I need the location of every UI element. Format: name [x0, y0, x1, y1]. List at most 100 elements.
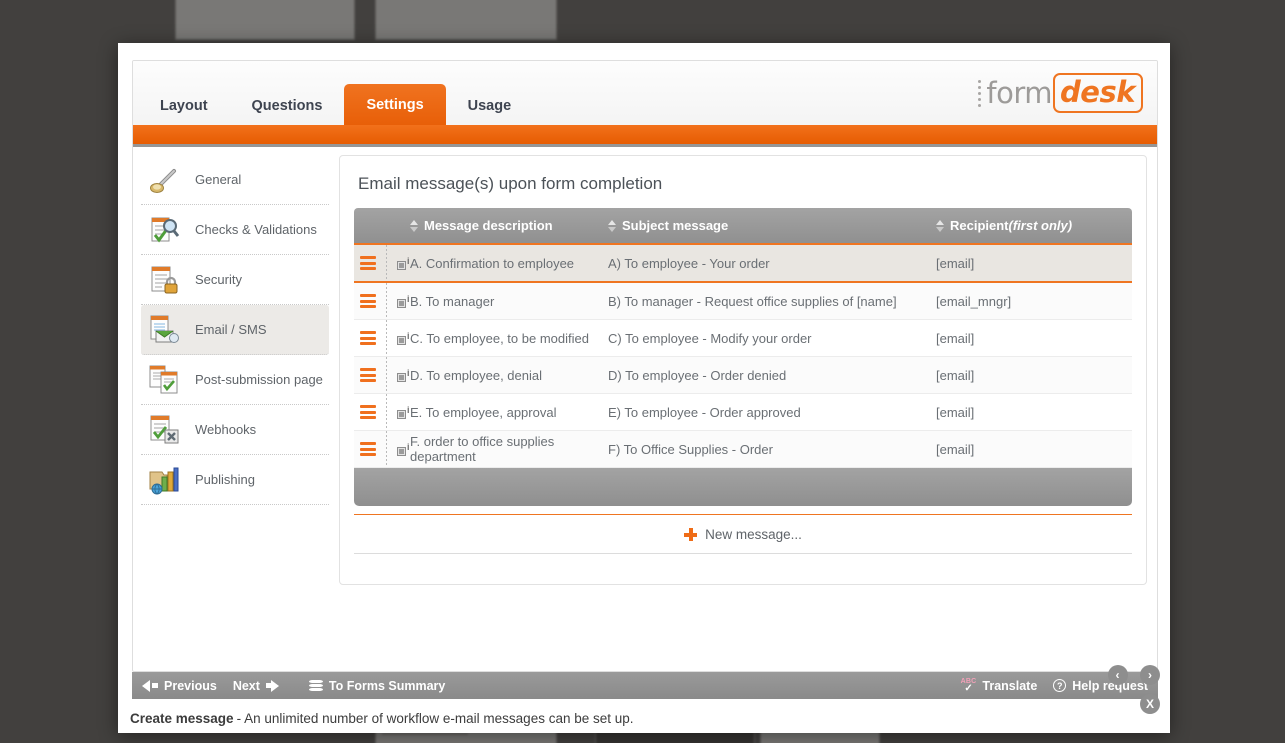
tour-next-button[interactable]: ›: [1140, 665, 1160, 685]
tour-close-button[interactable]: X: [1140, 694, 1160, 714]
preview-icon[interactable]: [397, 335, 406, 345]
cell-description[interactable]: E. To employee, approval: [410, 393, 608, 431]
row-handle-cell: i: [354, 244, 410, 283]
next-button[interactable]: Next: [233, 679, 279, 693]
row-info-icons[interactable]: i: [397, 331, 410, 345]
preview-icon[interactable]: [397, 298, 406, 308]
logo-dots-icon: [978, 78, 982, 109]
drag-handle-icon[interactable]: [360, 405, 376, 419]
caption-title: Create message: [130, 710, 234, 726]
column-message-description[interactable]: Message description: [410, 208, 608, 245]
column-subject-message[interactable]: Subject message: [608, 208, 936, 245]
arrow-left-icon: [142, 679, 150, 692]
cell-recipient[interactable]: [email]: [936, 393, 1132, 431]
tab-layout[interactable]: Layout: [138, 98, 230, 126]
table-row[interactable]: i E. To employee, approval E) To employe…: [354, 393, 1132, 431]
row-handle-cell: i: [354, 319, 410, 357]
email-document-icon: [147, 313, 181, 347]
table-row[interactable]: i B. To manager B) To manager - Request …: [354, 282, 1132, 320]
translate-button[interactable]: ABC ✓ Translate: [961, 678, 1038, 694]
logo-form-text: form: [986, 76, 1053, 110]
tour-prev-button[interactable]: ‹: [1107, 665, 1128, 685]
column-label: Subject message: [622, 218, 729, 233]
drag-handle-icon[interactable]: [360, 368, 376, 382]
cell-description[interactable]: C. To employee, to be modified: [410, 319, 608, 357]
tab-questions[interactable]: Questions: [230, 98, 345, 126]
logo-desk-box: desk: [1053, 73, 1143, 113]
sidebar-item-publishing[interactable]: Publishing: [141, 455, 329, 505]
settings-modal: Layout Questions Settings Usage form des…: [118, 43, 1170, 733]
sort-arrows-icon[interactable]: [410, 219, 418, 232]
cell-subject[interactable]: F) To Office Supplies - Order: [608, 430, 936, 468]
sidebar-item-security[interactable]: Security: [141, 255, 329, 305]
cell-recipient[interactable]: [email]: [936, 319, 1132, 357]
sort-arrows-icon[interactable]: [936, 219, 944, 232]
to-forms-summary-button[interactable]: To Forms Summary: [308, 679, 445, 693]
table-row[interactable]: i C. To employee, to be modified C) To e…: [354, 319, 1132, 357]
drag-handle-icon[interactable]: [360, 294, 376, 308]
tab-usage[interactable]: Usage: [446, 98, 534, 126]
cell-subject[interactable]: A) To employee - Your order: [608, 244, 936, 283]
modal-footer-bar: Previous Next To Forms Summary ABC ✓ Tran…: [132, 672, 1158, 699]
sort-arrows-icon[interactable]: [608, 219, 616, 232]
messages-table-body: i A. Confirmation to employee A) To empl…: [354, 244, 1132, 468]
wrench-icon: [147, 163, 181, 197]
cell-recipient[interactable]: [email]: [936, 244, 1132, 283]
sidebar-item-post-submission-page[interactable]: Post-submission page: [141, 355, 329, 405]
sidebar-item-webhooks[interactable]: Webhooks: [141, 405, 329, 455]
row-divider: [386, 431, 387, 467]
drag-handle-icon[interactable]: [360, 442, 376, 456]
table-row[interactable]: i D. To employee, denial D) To employee …: [354, 356, 1132, 394]
cell-description[interactable]: D. To employee, denial: [410, 356, 608, 394]
spellcheck-icon: ABC ✓: [960, 677, 977, 694]
cell-description[interactable]: B. To manager: [410, 282, 608, 320]
table-row[interactable]: i A. Confirmation to employee A) To empl…: [354, 244, 1132, 283]
row-info-icons[interactable]: i: [397, 368, 410, 382]
row-info-icons[interactable]: i: [397, 405, 410, 419]
table-header-row: Message description Subject message Reci…: [354, 208, 1132, 245]
drag-handle-icon[interactable]: [360, 331, 376, 345]
cell-recipient[interactable]: [email_mngr]: [936, 282, 1132, 320]
drag-handle-icon[interactable]: [360, 256, 376, 270]
cell-description[interactable]: A. Confirmation to employee: [410, 244, 608, 283]
sidebar-item-label: Security: [195, 272, 242, 287]
preview-icon[interactable]: [397, 409, 406, 419]
sidebar-item-label: Email / SMS: [195, 322, 267, 337]
row-divider: [386, 283, 387, 319]
row-divider: [386, 394, 387, 430]
row-info-icons[interactable]: i: [397, 294, 410, 308]
cell-recipient[interactable]: [email]: [936, 356, 1132, 394]
messages-table-head: Message description Subject message Reci…: [354, 208, 1132, 245]
sidebar-item-label: Post-submission page: [195, 372, 323, 387]
cell-subject[interactable]: E) To employee - Order approved: [608, 393, 936, 431]
preview-icon[interactable]: [397, 260, 406, 270]
sidebar-item-general[interactable]: General: [141, 155, 329, 205]
email-messages-panel: Email message(s) upon form completion Me…: [339, 155, 1147, 585]
two-documents-icon: [147, 363, 181, 397]
document-magnifier-icon: [147, 213, 181, 247]
document-x-icon: [147, 413, 181, 447]
row-divider: [386, 320, 387, 356]
preview-icon[interactable]: [397, 372, 406, 382]
tab-settings[interactable]: Settings: [344, 83, 446, 125]
previous-button[interactable]: Previous: [142, 679, 217, 693]
cell-subject[interactable]: D) To employee - Order denied: [608, 356, 936, 394]
cell-subject[interactable]: C) To employee - Modify your order: [608, 319, 936, 357]
row-info-icons[interactable]: i: [397, 442, 410, 456]
cell-subject[interactable]: B) To manager - Request office supplies …: [608, 282, 936, 320]
sidebar-item-label: Publishing: [195, 472, 255, 487]
preview-icon[interactable]: [397, 446, 406, 456]
cell-recipient[interactable]: [email]: [936, 430, 1132, 468]
caption-text: - An unlimited number of workflow e-mail…: [236, 710, 634, 726]
sidebar-item-checks-validations[interactable]: Checks & Validations: [141, 205, 329, 255]
new-message-button[interactable]: New message...: [354, 514, 1132, 554]
column-recipient[interactable]: Recipient (first only): [936, 208, 1132, 245]
row-info-icons[interactable]: i: [397, 256, 410, 270]
sidebar-item-label: Webhooks: [195, 422, 257, 437]
messages-table: Message description Subject message Reci…: [354, 208, 1132, 468]
new-message-label: New message...: [705, 526, 802, 542]
sidebar-item-email-sms[interactable]: Email / SMS: [141, 305, 329, 355]
settings-main-area: Email message(s) upon form completion Me…: [329, 147, 1157, 619]
table-row[interactable]: i F. order to office supplies department…: [354, 430, 1132, 468]
cell-description[interactable]: F. order to office supplies department: [410, 430, 608, 468]
